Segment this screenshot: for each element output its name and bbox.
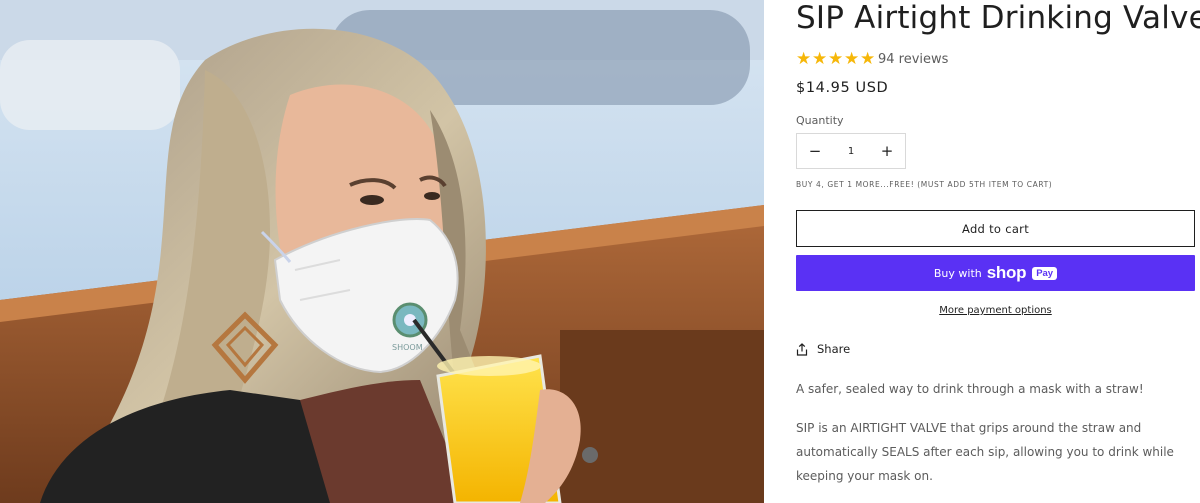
product-photo-illustration: SHOOM — [0, 0, 764, 503]
more-payment-options-link[interactable]: More payment options — [796, 305, 1195, 316]
reviews-count-link[interactable]: 94 reviews — [878, 52, 948, 67]
star-icon: ★ — [844, 49, 860, 69]
promo-text: BUY 4, GET 1 MORE...FREE! (MUST ADD 5TH … — [796, 180, 1053, 189]
shop-logo-text: shop — [986, 263, 1027, 282]
product-image: SHOOM — [0, 0, 764, 503]
pay-badge: Pay — [1032, 266, 1058, 280]
add-to-cart-button[interactable]: Add to cart — [796, 210, 1195, 247]
share-label: Share — [817, 342, 851, 356]
star-icon: ★ — [812, 49, 828, 69]
quantity-label: Quantity — [796, 114, 844, 127]
description-line: SIP is an AIRTIGHT VALVE that grips arou… — [796, 421, 1142, 435]
share-icon — [796, 342, 808, 356]
share-button[interactable]: Share — [796, 342, 850, 356]
product-price: $14.95 USD — [796, 80, 889, 96]
quantity-stepper: − + — [796, 133, 906, 169]
buy-with-shop-pay-button[interactable]: Buy with shop Pay — [796, 255, 1195, 291]
quantity-decrease-button[interactable]: − — [797, 134, 833, 168]
star-icon: ★ — [860, 49, 876, 69]
description-line: keeping your mask on. — [796, 469, 933, 483]
product-description: SIP is an AIRTIGHT VALVE that grips arou… — [796, 416, 1200, 488]
star-icon: ★ — [796, 49, 812, 69]
product-tagline: A safer, sealed way to drink through a m… — [796, 382, 1144, 396]
star-icon: ★ — [828, 49, 844, 69]
description-line: automatically SEALS after each sip, allo… — [796, 445, 1174, 459]
quantity-increase-button[interactable]: + — [869, 134, 905, 168]
buy-with-label: Buy with — [933, 266, 982, 280]
quantity-input[interactable] — [833, 136, 869, 166]
rating[interactable]: ★ ★ ★ ★ ★ 94 reviews — [796, 49, 948, 69]
product-title: SIP Airtight Drinking Valve — [796, 0, 1200, 36]
mask-logo-text: SHOOM — [392, 343, 423, 352]
star-rating: ★ ★ ★ ★ ★ — [796, 49, 876, 69]
